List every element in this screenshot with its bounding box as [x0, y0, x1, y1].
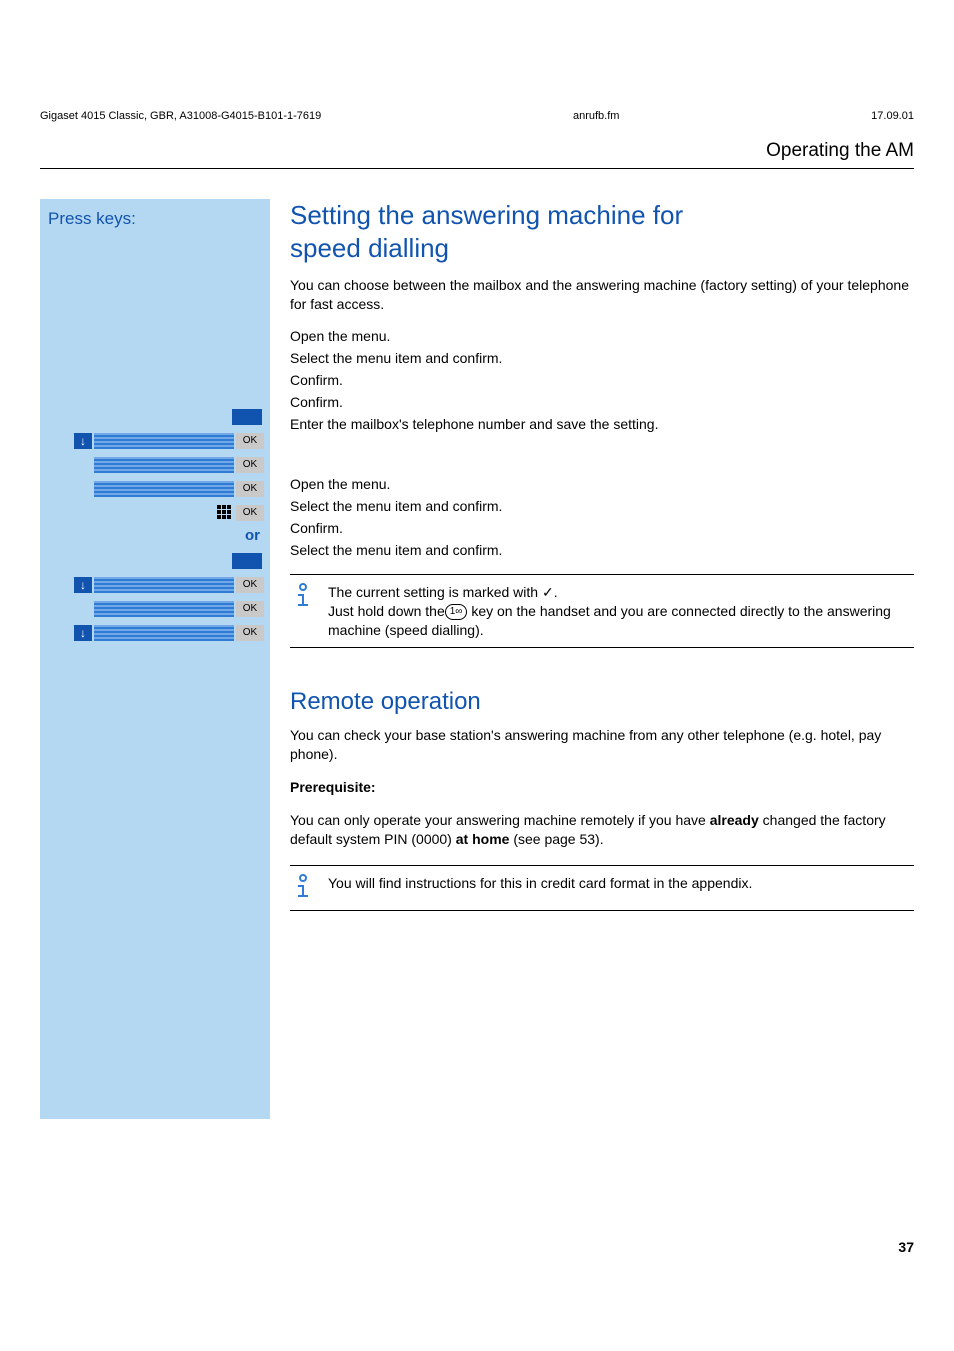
section-heading-speed-dial: Setting the answering machine for speed …: [290, 199, 914, 264]
step: Select the menu item and confirm.: [290, 542, 914, 558]
page-number: 37: [40, 1239, 914, 1255]
step: Confirm.: [290, 372, 914, 388]
menu-key: [232, 409, 262, 425]
note-text: You will find instructions for this in c…: [328, 874, 752, 902]
meta-right: 17.09.01: [871, 110, 914, 122]
keypad-icon: [216, 505, 232, 521]
prereq-label: Prerequisite:: [290, 778, 914, 797]
ok-key: OK: [236, 481, 264, 497]
press-keys-label: Press keys:: [48, 209, 264, 229]
hatched-bar: [94, 625, 234, 641]
arrow-down-key: ↓: [74, 433, 92, 449]
ok-key: OK: [236, 577, 264, 593]
ok-key: OK: [236, 433, 264, 449]
hatched-bar: [94, 433, 234, 449]
hatched-bar: [94, 577, 234, 593]
step: Open the menu.: [290, 328, 914, 344]
or-label: or: [46, 527, 260, 544]
step: Select the menu item and confirm.: [290, 350, 914, 366]
ok-key: OK: [236, 601, 264, 617]
step: Select the menu item and confirm.: [290, 498, 914, 514]
arrow-down-key: ↓: [74, 625, 92, 641]
info-note: The current setting is marked with ✓. Ju…: [290, 574, 914, 649]
arrow-down-key: ↓: [74, 577, 92, 593]
sidebar: Press keys: ↓ OK OK OK OK: [40, 199, 270, 1119]
section-heading-remote: Remote operation: [290, 688, 914, 716]
step: Confirm.: [290, 520, 914, 536]
hatched-bar: [94, 457, 234, 473]
step: Enter the mailbox's telephone number and…: [290, 416, 914, 432]
meta-center: anrufb.fm: [573, 110, 619, 122]
info-note: You will find instructions for this in c…: [290, 865, 914, 911]
para: You can only operate your answering mach…: [290, 811, 914, 849]
meta-left: Gigaset 4015 Classic, GBR, A31008-G4015-…: [40, 110, 321, 122]
info-icon: [294, 583, 314, 640]
note-text: The current setting is marked with ✓. Ju…: [328, 583, 910, 640]
menu-key: [232, 553, 262, 569]
hatched-bar: [94, 481, 234, 497]
keycap-1: 1∞: [445, 604, 468, 620]
info-icon: [294, 874, 314, 902]
para: You can choose between the mailbox and t…: [290, 276, 914, 314]
ok-key: OK: [236, 457, 264, 473]
ok-key: OK: [236, 505, 264, 521]
para: You can check your base station's answer…: [290, 726, 914, 764]
content: Setting the answering machine for speed …: [290, 199, 914, 1119]
step: Confirm.: [290, 394, 914, 410]
page-header: Operating the AM: [40, 140, 914, 169]
hatched-bar: [94, 601, 234, 617]
step: Open the menu.: [290, 476, 914, 492]
ok-key: OK: [236, 625, 264, 641]
